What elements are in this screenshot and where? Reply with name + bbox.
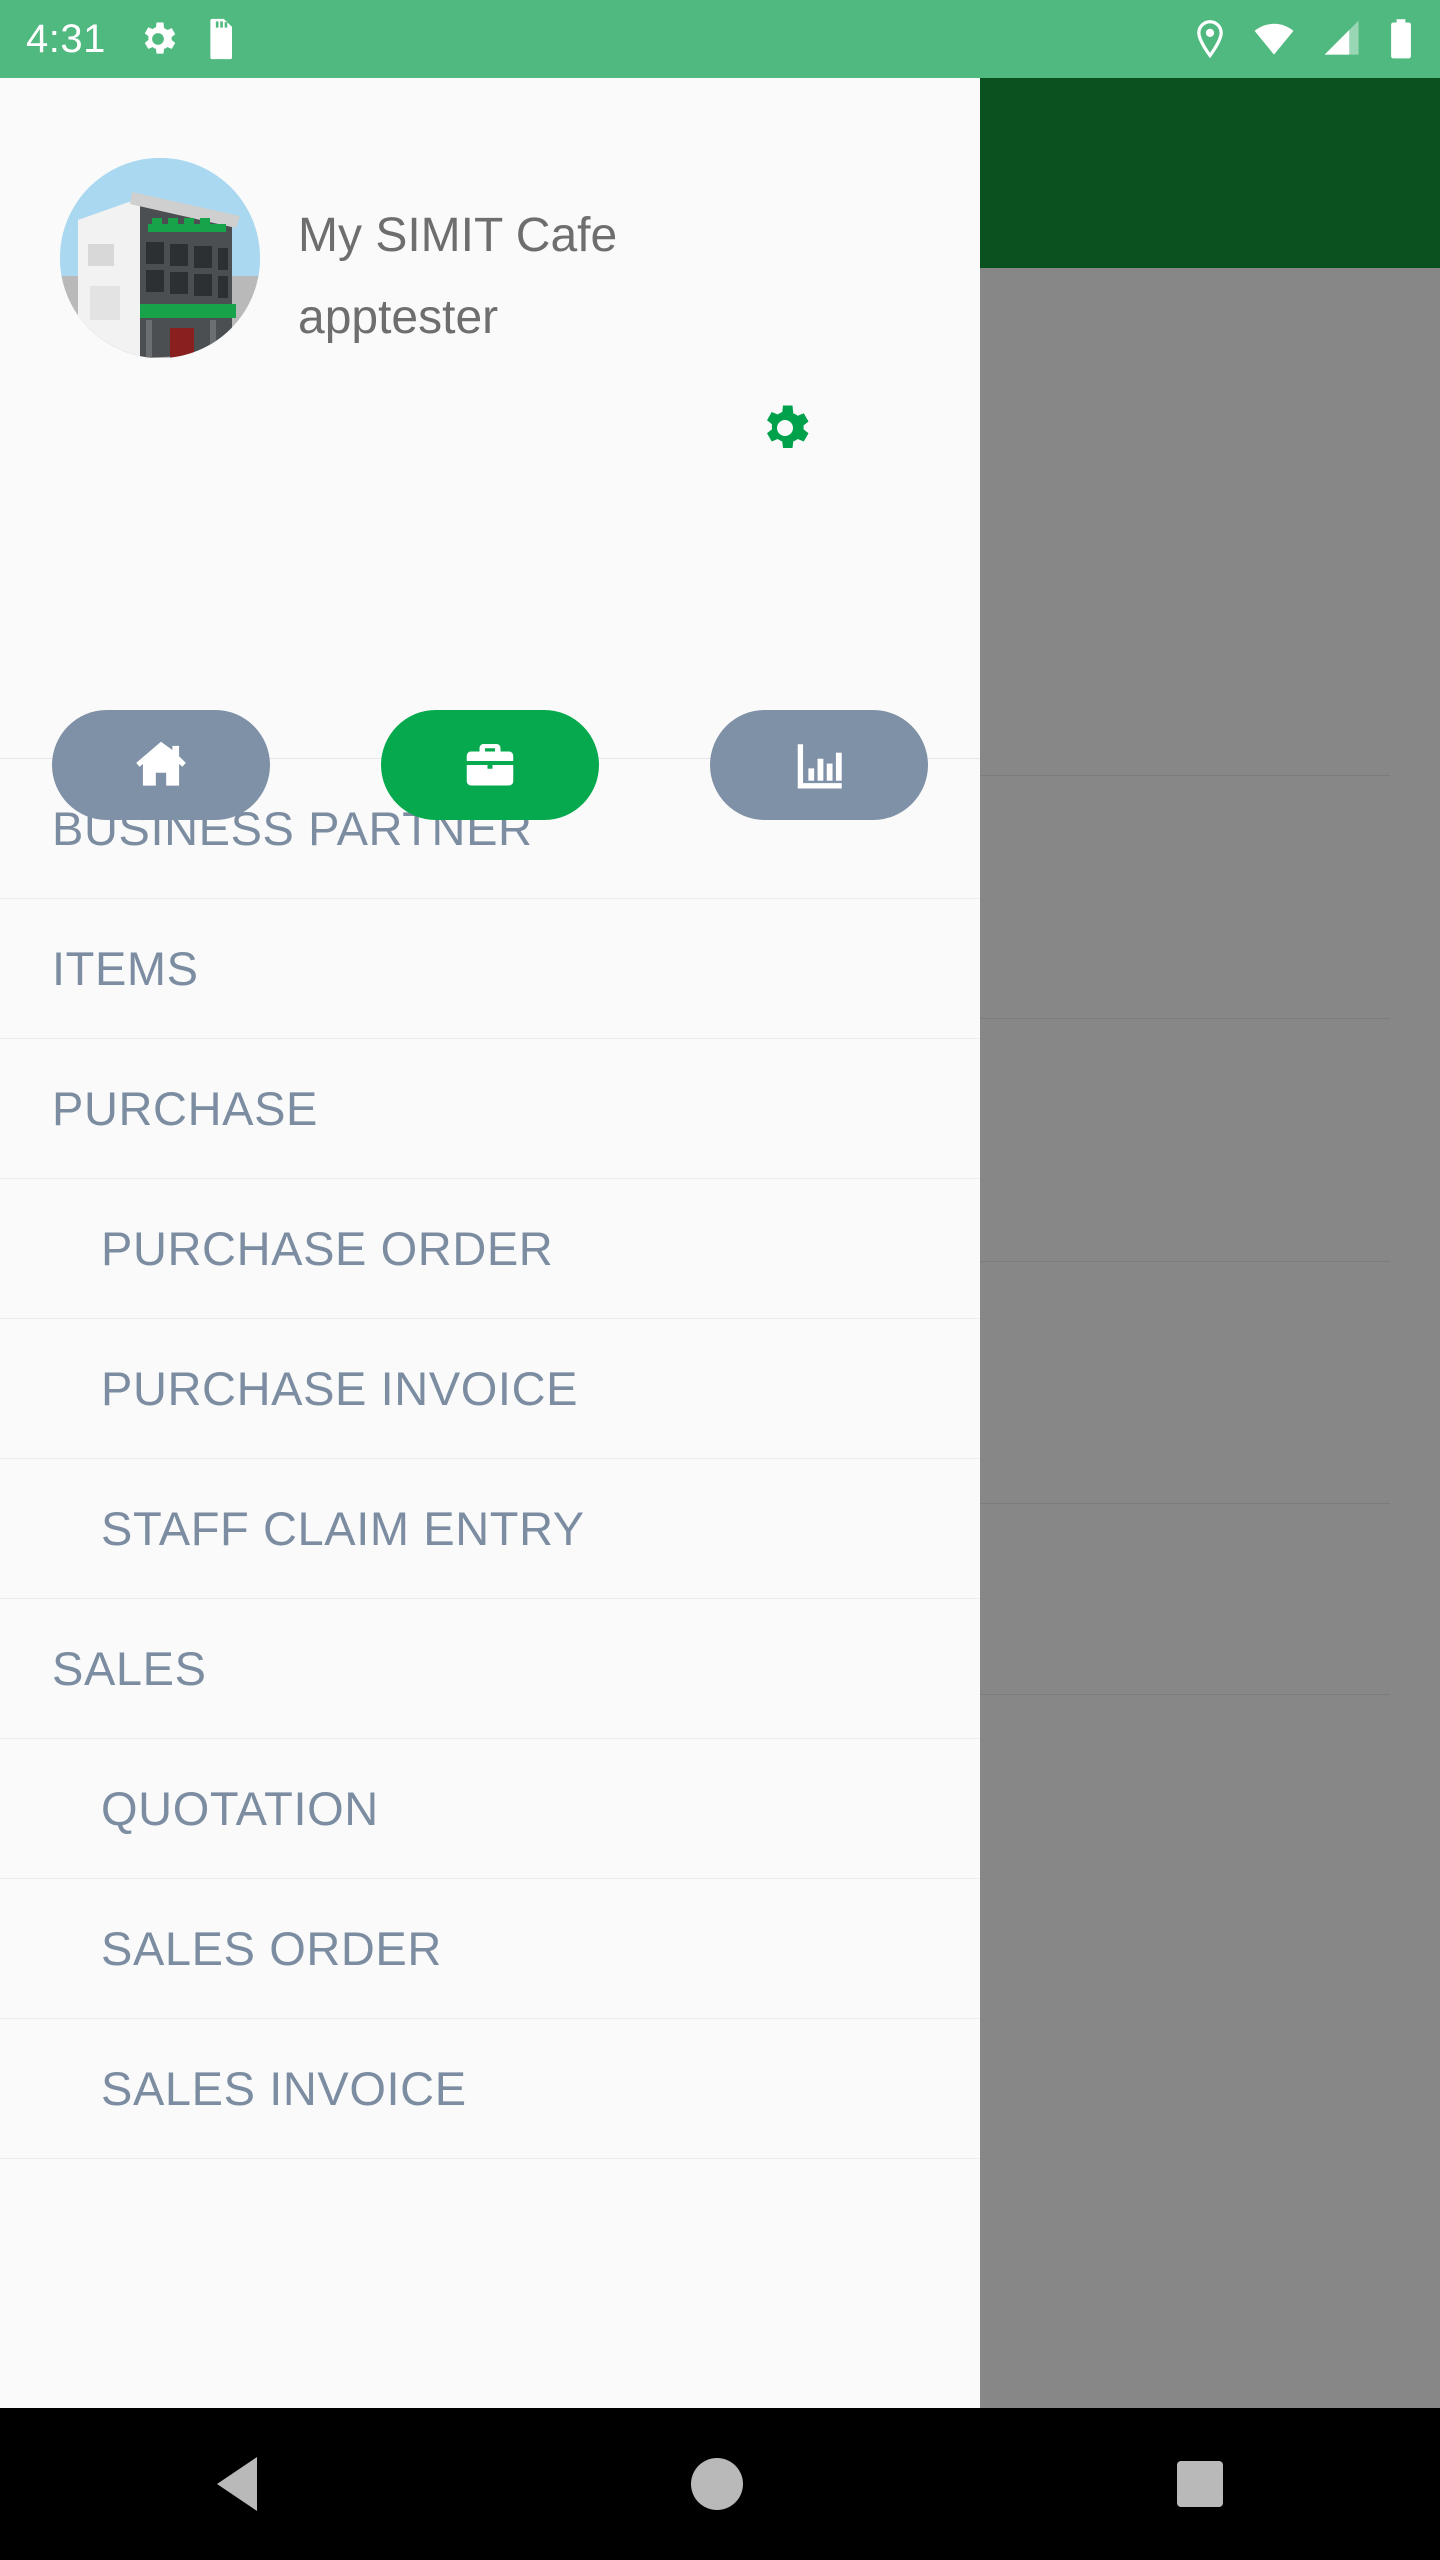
navigation-drawer: My SIMIT Cafe apptester <box>0 78 980 2408</box>
system-nav-bar <box>0 2408 1440 2560</box>
gear-icon <box>136 17 180 61</box>
bar-chart-icon <box>790 736 848 794</box>
mode-button-reports[interactable] <box>710 710 928 820</box>
sidebar-item-purchase-invoice[interactable]: PURCHASE INVOICE <box>0 1319 980 1459</box>
mode-button-home[interactable] <box>52 710 270 820</box>
sidebar-item-label: SALES ORDER <box>101 1921 442 1976</box>
sidebar-item-purchase[interactable]: PURCHASE <box>0 1039 980 1179</box>
sidebar-item-label: STAFF CLAIM ENTRY <box>101 1501 585 1556</box>
status-bar-left-icons <box>136 17 236 61</box>
back-icon[interactable] <box>217 2457 257 2511</box>
sidebar-item-quotation[interactable]: QUOTATION <box>0 1739 980 1879</box>
status-bar-right-icons <box>1192 17 1414 61</box>
sidebar-item-label: SALES <box>52 1641 207 1696</box>
sidebar-item-label: ITEMS <box>52 941 199 996</box>
mode-button-row <box>0 710 980 820</box>
battery-icon <box>1388 17 1414 61</box>
sidebar-item-label: PURCHASE <box>52 1081 318 1136</box>
sidebar-item-purchase-order[interactable]: PURCHASE ORDER <box>0 1179 980 1319</box>
wifi-icon <box>1250 17 1298 61</box>
sidebar-item-staff-claim-entry[interactable]: STAFF CLAIM ENTRY <box>0 1459 980 1599</box>
gear-icon[interactable] <box>755 398 815 463</box>
cellular-signal-icon <box>1320 17 1366 61</box>
avatar[interactable] <box>60 158 260 358</box>
status-bar-clock: 4:31 <box>26 17 106 62</box>
briefcase-icon <box>460 735 520 795</box>
status-bar: 4:31 <box>0 0 1440 78</box>
mode-button-business[interactable] <box>381 710 599 820</box>
account-company-name: My SIMIT Cafe <box>298 208 617 263</box>
sidebar-item-label: PURCHASE INVOICE <box>101 1361 578 1416</box>
sidebar-item-sales-invoice[interactable]: SALES INVOICE <box>0 2019 980 2159</box>
location-pin-icon <box>1192 17 1228 61</box>
sd-card-icon <box>206 17 236 61</box>
account-username: apptester <box>298 290 498 345</box>
sidebar-item-label: SALES INVOICE <box>101 2061 467 2116</box>
home-icon[interactable] <box>691 2458 743 2510</box>
drawer-header: My SIMIT Cafe apptester <box>0 78 980 758</box>
phone-screen: Purchase Invoice Search THIS MONTH LAST … <box>0 0 1440 2560</box>
sidebar-item-label: QUOTATION <box>101 1781 379 1836</box>
sidebar-item-items[interactable]: ITEMS <box>0 899 980 1039</box>
sidebar-item-label: PURCHASE ORDER <box>101 1221 553 1276</box>
home-icon <box>130 734 192 796</box>
recents-icon[interactable] <box>1177 2461 1223 2507</box>
sidebar-item-sales[interactable]: SALES <box>0 1599 980 1739</box>
sidebar-item-sales-order[interactable]: SALES ORDER <box>0 1879 980 2019</box>
